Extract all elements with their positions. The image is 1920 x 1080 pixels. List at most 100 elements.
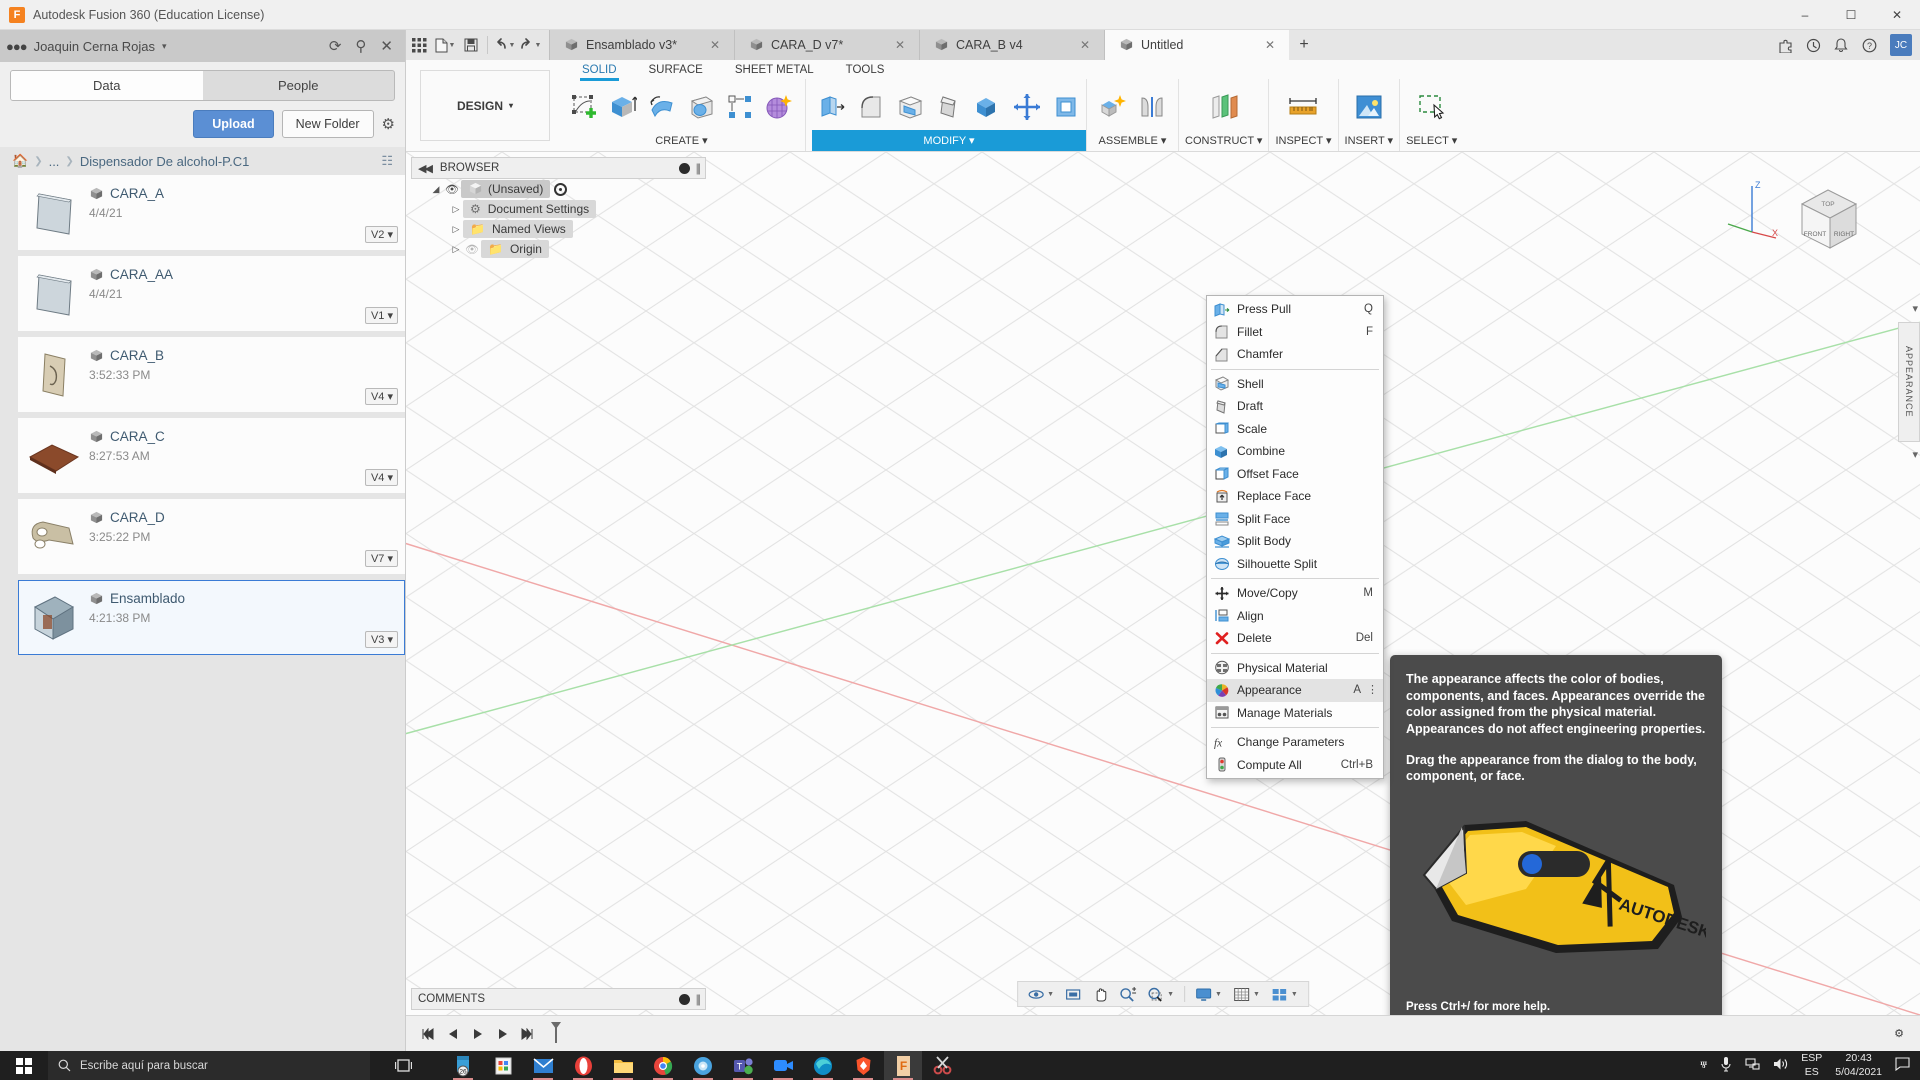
browser-node-named-views[interactable]: ▷ 📁 Named Views bbox=[411, 219, 706, 239]
chevron-down-icon[interactable]: ▼ bbox=[509, 42, 516, 49]
look-at-icon[interactable] bbox=[1061, 987, 1085, 1002]
task-view-icon[interactable] bbox=[384, 1051, 422, 1080]
menu-item-combine[interactable]: Combine bbox=[1207, 440, 1383, 463]
joint-icon[interactable] bbox=[1136, 91, 1168, 123]
new-folder-button[interactable]: New Folder bbox=[281, 110, 374, 138]
language-indicator[interactable]: ESP ES bbox=[1801, 1052, 1822, 1078]
comments-pin-icon[interactable] bbox=[678, 993, 690, 1005]
draft-icon[interactable] bbox=[933, 91, 965, 123]
combine-icon[interactable] bbox=[972, 91, 1004, 123]
redo-icon[interactable]: ▼ bbox=[517, 30, 543, 60]
appearance-rail[interactable]: APPEARANCE bbox=[1898, 322, 1920, 442]
chevron-down-icon[interactable]: ▾ bbox=[162, 41, 167, 52]
expand-arrow-icon[interactable]: ◢ bbox=[429, 184, 443, 195]
taskbar-app-explorer[interactable] bbox=[604, 1051, 642, 1080]
pattern-icon[interactable] bbox=[724, 91, 756, 123]
create-sketch-icon[interactable] bbox=[568, 91, 600, 123]
measure-icon[interactable] bbox=[1287, 91, 1319, 123]
taskbar-search-input[interactable]: Escribe aquí para buscar bbox=[48, 1051, 370, 1080]
menu-item-replace-face[interactable]: Replace Face bbox=[1207, 485, 1383, 508]
ribbon-group-label-construct[interactable]: CONSTRUCT ▾ bbox=[1185, 131, 1262, 151]
browser-node-chip[interactable]: 📁 Named Views bbox=[463, 220, 573, 238]
chevron-down-icon[interactable]: ▼ bbox=[1047, 991, 1054, 998]
menu-item-manage-materials[interactable]: Manage Materials bbox=[1207, 702, 1383, 725]
ribbon-group-label-inspect[interactable]: INSPECT ▾ bbox=[1275, 131, 1331, 151]
volume-icon[interactable] bbox=[1773, 1057, 1788, 1074]
folder-actions-icon[interactable]: ☷ bbox=[381, 153, 393, 169]
comments-bar[interactable]: COMMENTS ||| bbox=[411, 988, 706, 1010]
doc-tab-ensamblado[interactable]: Ensamblado v3* ✕ bbox=[549, 30, 734, 60]
ribbon-group-label-create[interactable]: CREATE ▾ bbox=[655, 131, 707, 151]
ribbon-tab-tools[interactable]: TOOLS bbox=[830, 60, 901, 81]
menu-item-change-parameters[interactable]: fx Change Parameters bbox=[1207, 731, 1383, 754]
job-status-icon[interactable] bbox=[1800, 30, 1826, 60]
chevron-down-icon[interactable]: ▼ bbox=[1291, 991, 1298, 998]
file-card-cara-c[interactable]: CARA_C 8:27:53 AM V4 ▾ bbox=[18, 418, 405, 493]
doc-tab-untitled[interactable]: Untitled ✕ bbox=[1104, 30, 1289, 60]
menu-item-fillet[interactable]: Fillet F bbox=[1207, 321, 1383, 344]
upload-button[interactable]: Upload bbox=[193, 110, 274, 138]
tray-chevron-up-icon[interactable]: ⱋ bbox=[1700, 1058, 1707, 1074]
extensions-icon[interactable] bbox=[1772, 30, 1798, 60]
create-form-icon[interactable] bbox=[763, 91, 795, 123]
menu-item-move-copy[interactable]: Move/Copy M bbox=[1207, 582, 1383, 605]
microphone-icon[interactable] bbox=[1720, 1056, 1732, 1075]
grid-apps-icon[interactable] bbox=[406, 30, 432, 60]
timeline-marker[interactable] bbox=[551, 1021, 561, 1043]
ribbon-group-label-assemble[interactable]: ASSEMBLE ▾ bbox=[1099, 131, 1167, 151]
browser-grip-icon[interactable]: ||| bbox=[696, 161, 702, 175]
chevron-down-icon[interactable]: ▼ bbox=[449, 42, 456, 49]
visibility-eye-icon[interactable]: 👁 bbox=[443, 183, 461, 196]
step-back-icon[interactable] bbox=[441, 1023, 463, 1045]
menu-item-shell[interactable]: Shell bbox=[1207, 373, 1383, 396]
new-component-icon[interactable] bbox=[1097, 91, 1129, 123]
zoom-window-icon[interactable]: ▼ bbox=[1143, 987, 1178, 1002]
new-tab-button[interactable]: + bbox=[1289, 30, 1319, 60]
taskbar-app-chrome[interactable] bbox=[644, 1051, 682, 1080]
doc-tab-cara-d[interactable]: CARA_D v7* ✕ bbox=[734, 30, 919, 60]
pan-icon[interactable] bbox=[1088, 987, 1112, 1002]
windows-start-icon[interactable] bbox=[0, 1051, 48, 1080]
browser-root-chip[interactable]: (Unsaved) bbox=[461, 180, 551, 198]
gear-icon[interactable]: ⚙ bbox=[382, 110, 395, 138]
network-icon[interactable] bbox=[1745, 1057, 1760, 1074]
menu-item-draft[interactable]: Draft bbox=[1207, 395, 1383, 418]
ribbon-group-label-insert[interactable]: INSERT ▾ bbox=[1345, 131, 1394, 151]
ribbon-tab-solid[interactable]: SOLID bbox=[566, 60, 633, 81]
menu-item-delete[interactable]: Delete Del bbox=[1207, 627, 1383, 650]
avatar[interactable]: JC bbox=[1890, 34, 1912, 56]
file-card-cara-d[interactable]: CARA_D 3:25:22 PM V7 ▾ bbox=[18, 499, 405, 574]
menu-item-appearance[interactable]: Appearance A ⋮ bbox=[1207, 679, 1383, 702]
expand-arrow-icon[interactable]: ▷ bbox=[449, 224, 463, 235]
action-center-icon[interactable] bbox=[1895, 1057, 1910, 1074]
chevron-down-icon[interactable]: ▼ bbox=[535, 42, 542, 49]
revolve-icon[interactable] bbox=[646, 91, 678, 123]
menu-item-silhouette-split[interactable]: Silhouette Split bbox=[1207, 553, 1383, 576]
view-cube[interactable]: TOP FRONT RIGHT bbox=[1784, 178, 1868, 262]
taskbar-app-teams[interactable]: T bbox=[724, 1051, 762, 1080]
menu-item-split-body[interactable]: Split Body bbox=[1207, 530, 1383, 553]
browser-node-chip[interactable]: 📁 Origin bbox=[481, 240, 549, 258]
offset-plane-icon[interactable] bbox=[1208, 91, 1240, 123]
home-icon[interactable]: 🏠 bbox=[12, 153, 28, 169]
play-icon[interactable] bbox=[466, 1023, 488, 1045]
browser-node-document-settings[interactable]: ▷ ⚙ Document Settings bbox=[411, 199, 706, 219]
browser-root-row[interactable]: ◢ 👁 (Unsaved) bbox=[411, 179, 706, 199]
file-card-ensamblado[interactable]: Ensamblado 4:21:38 PM V3 ▾ bbox=[18, 580, 405, 655]
chevron-down-icon[interactable]: ▼ bbox=[1215, 991, 1222, 998]
taskbar-app-zoom[interactable] bbox=[764, 1051, 802, 1080]
taskbar-app-brave[interactable] bbox=[844, 1051, 882, 1080]
taskbar-app-fusion360[interactable]: F bbox=[884, 1051, 922, 1080]
help-icon[interactable]: ? bbox=[1856, 30, 1882, 60]
shell-icon[interactable] bbox=[894, 91, 926, 123]
close-icon[interactable]: ✕ bbox=[1062, 38, 1090, 52]
close-icon[interactable]: ✕ bbox=[380, 37, 393, 55]
new-file-icon[interactable]: ▼ bbox=[432, 30, 458, 60]
collapse-icon[interactable]: ◀◀ bbox=[418, 162, 433, 175]
step-forward-icon[interactable] bbox=[491, 1023, 513, 1045]
clock[interactable]: 20:43 5/04/2021 bbox=[1835, 1052, 1882, 1078]
taskbar-app-store[interactable] bbox=[484, 1051, 522, 1080]
fillet-icon[interactable] bbox=[855, 91, 887, 123]
tab-people[interactable]: People bbox=[203, 71, 395, 100]
comments-grip-icon[interactable]: ||| bbox=[696, 992, 702, 1006]
